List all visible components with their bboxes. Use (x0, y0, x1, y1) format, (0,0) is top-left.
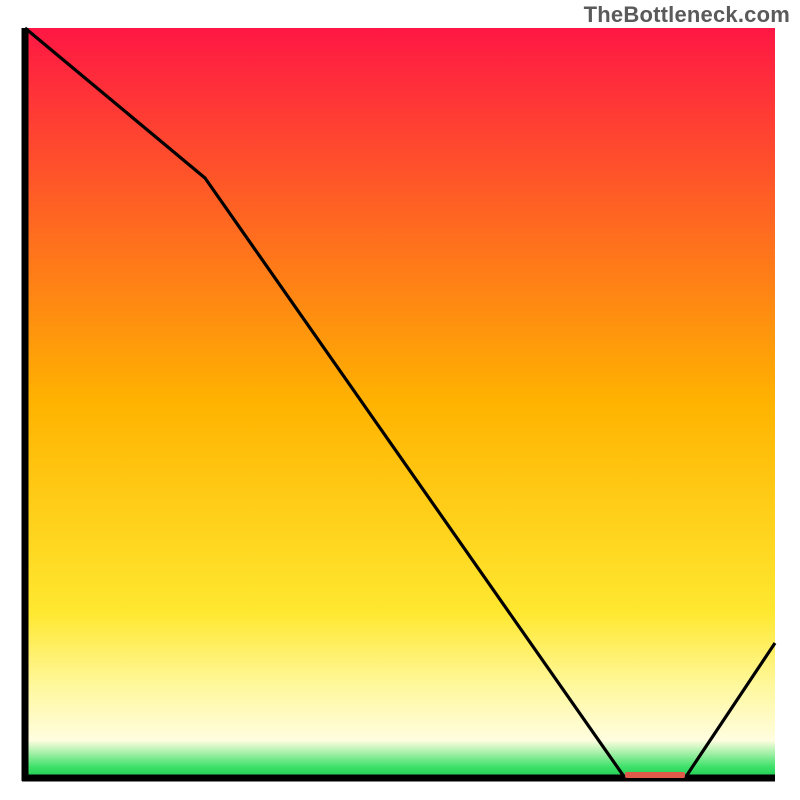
optimal-range-marker (625, 772, 685, 778)
bottleneck-chart (0, 0, 800, 800)
chart-container: TheBottleneck.com (0, 0, 800, 800)
watermark-text: TheBottleneck.com (584, 2, 790, 28)
plot-background (25, 28, 775, 778)
